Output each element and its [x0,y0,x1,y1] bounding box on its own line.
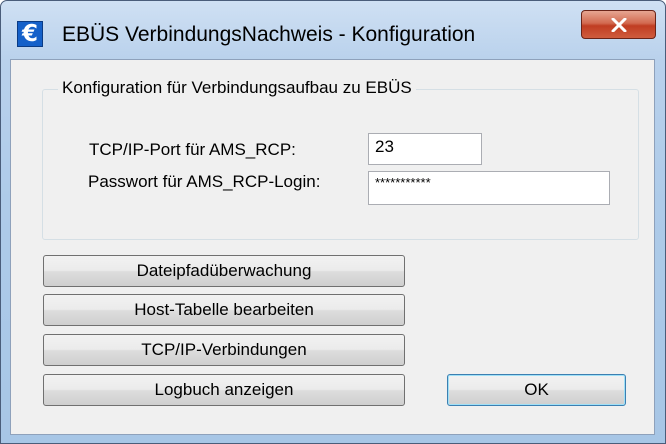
host-table-button-label: Host-Tabelle bearbeiten [134,300,314,319]
connection-config-group: Konfiguration für Verbindungsaufbau zu E… [42,78,639,240]
title-bar[interactable]: € EBÜS VerbindungsNachweis - Konfigurati… [1,1,665,57]
port-label: TCP/IP-Port für AMS_RCP: [89,140,296,159]
close-icon [611,18,627,32]
ok-button-label: OK [524,380,549,399]
group-legend: Konfiguration für Verbindungsaufbau zu E… [58,78,416,98]
file-watch-button[interactable]: Dateipfadüberwachung [43,255,405,287]
password-input[interactable]: *********** [368,171,610,205]
dialog-window: € EBÜS VerbindungsNachweis - Konfigurati… [0,0,666,444]
ok-button[interactable]: OK [447,374,626,406]
password-label: Passwort für AMS_RCP-Login: [88,172,321,191]
file-watch-button-label: Dateipfadüberwachung [136,261,312,280]
tcp-connections-button[interactable]: TCP/IP-Verbindungen [43,334,405,366]
dialog-client-area: Konfiguration für Verbindungsaufbau zu E… [10,59,655,435]
port-input[interactable]: 23 [368,133,482,165]
host-table-button[interactable]: Host-Tabelle bearbeiten [43,294,405,326]
log-button-label: Logbuch anzeigen [154,380,294,399]
close-button[interactable] [581,10,656,39]
log-button[interactable]: Logbuch anzeigen [43,374,405,406]
window-title: EBÜS VerbindungsNachweis - Konfiguration [62,23,476,46]
tcp-connections-button-label: TCP/IP-Verbindungen [141,340,307,359]
euro-icon: € [17,21,43,47]
